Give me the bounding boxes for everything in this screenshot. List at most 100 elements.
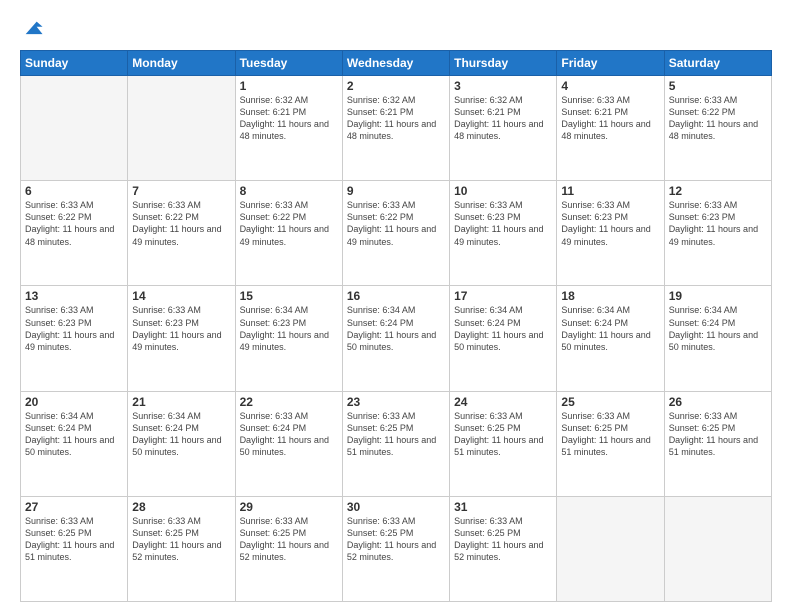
calendar-cell: 4Sunrise: 6:33 AMSunset: 6:21 PMDaylight… xyxy=(557,76,664,181)
header xyxy=(20,18,772,40)
day-number: 18 xyxy=(561,289,659,303)
calendar-cell: 28Sunrise: 6:33 AMSunset: 6:25 PMDayligh… xyxy=(128,496,235,601)
calendar-cell xyxy=(664,496,771,601)
day-info: Sunrise: 6:33 AMSunset: 6:23 PMDaylight:… xyxy=(454,199,552,248)
day-info: Sunrise: 6:33 AMSunset: 6:24 PMDaylight:… xyxy=(240,410,338,459)
day-info: Sunrise: 6:33 AMSunset: 6:25 PMDaylight:… xyxy=(561,410,659,459)
weekday-header-tuesday: Tuesday xyxy=(235,51,342,76)
day-info: Sunrise: 6:33 AMSunset: 6:23 PMDaylight:… xyxy=(132,304,230,353)
logo xyxy=(20,18,44,40)
week-row-5: 27 Sunrise: 6:33 AMSunset: 6:25 PMDayligh… xyxy=(21,496,772,601)
day-number: 28 xyxy=(132,500,230,514)
calendar-cell: 24Sunrise: 6:33 AMSunset: 6:25 PMDayligh… xyxy=(450,391,557,496)
day-number: 10 xyxy=(454,184,552,198)
day-info: Sunrise: 6:33 AMSunset: 6:22 PMDaylight:… xyxy=(347,199,445,248)
calendar-cell: 9Sunrise: 6:33 AMSunset: 6:22 PMDaylight… xyxy=(342,181,449,286)
calendar-cell: 29Sunrise: 6:33 AMSunset: 6:25 PMDayligh… xyxy=(235,496,342,601)
calendar-cell: 5Sunrise: 6:33 AMSunset: 6:22 PMDaylight… xyxy=(664,76,771,181)
day-number: 19 xyxy=(669,289,767,303)
calendar-cell: 31Sunrise: 6:33 AMSunset: 6:25 PMDayligh… xyxy=(450,496,557,601)
day-info: Sunrise: 6:33 AMSunset: 6:25 PMDaylight:… xyxy=(347,410,445,459)
calendar-cell: 20Sunrise: 6:34 AMSunset: 6:24 PMDayligh… xyxy=(21,391,128,496)
calendar-cell: 26Sunrise: 6:33 AMSunset: 6:25 PMDayligh… xyxy=(664,391,771,496)
calendar-cell: 27Sunrise: 6:33 AMSunset: 6:25 PMDayligh… xyxy=(21,496,128,601)
day-info: Sunrise: 6:33 AMSunset: 6:22 PMDaylight:… xyxy=(240,199,338,248)
day-info: Sunrise: 6:34 AMSunset: 6:24 PMDaylight:… xyxy=(454,304,552,353)
day-info: Sunrise: 6:33 AMSunset: 6:21 PMDaylight:… xyxy=(561,94,659,143)
day-info: Sunrise: 6:33 AMSunset: 6:25 PMDaylight:… xyxy=(132,515,230,564)
day-number: 13 xyxy=(25,289,123,303)
day-number: 23 xyxy=(347,395,445,409)
calendar-cell: 13Sunrise: 6:33 AMSunset: 6:23 PMDayligh… xyxy=(21,286,128,391)
calendar-cell xyxy=(128,76,235,181)
day-info: Sunrise: 6:33 AMSunset: 6:25 PMDaylight:… xyxy=(454,515,552,564)
day-number: 22 xyxy=(240,395,338,409)
weekday-header-sunday: Sunday xyxy=(21,51,128,76)
week-row-3: 13Sunrise: 6:33 AMSunset: 6:23 PMDayligh… xyxy=(21,286,772,391)
day-number: 8 xyxy=(240,184,338,198)
day-info: Sunrise: 6:34 AMSunset: 6:24 PMDaylight:… xyxy=(561,304,659,353)
day-number: 24 xyxy=(454,395,552,409)
day-info: Sunrise: 6:33 AMSunset: 6:25 PMDaylight:… xyxy=(240,515,338,564)
calendar-cell: 3Sunrise: 6:32 AMSunset: 6:21 PMDaylight… xyxy=(450,76,557,181)
calendar-cell: 12Sunrise: 6:33 AMSunset: 6:23 PMDayligh… xyxy=(664,181,771,286)
calendar-cell: 2Sunrise: 6:32 AMSunset: 6:21 PMDaylight… xyxy=(342,76,449,181)
day-info: Sunrise: 6:34 AMSunset: 6:24 PMDaylight:… xyxy=(669,304,767,353)
day-info: Sunrise: 6:33 AMSunset: 6:22 PMDaylight:… xyxy=(669,94,767,143)
day-number: 25 xyxy=(561,395,659,409)
calendar-cell: 22Sunrise: 6:33 AMSunset: 6:24 PMDayligh… xyxy=(235,391,342,496)
calendar-cell: 14Sunrise: 6:33 AMSunset: 6:23 PMDayligh… xyxy=(128,286,235,391)
day-number: 31 xyxy=(454,500,552,514)
calendar-cell: 17Sunrise: 6:34 AMSunset: 6:24 PMDayligh… xyxy=(450,286,557,391)
day-number: 11 xyxy=(561,184,659,198)
weekday-header-friday: Friday xyxy=(557,51,664,76)
weekday-header-thursday: Thursday xyxy=(450,51,557,76)
page: SundayMondayTuesdayWednesdayThursdayFrid… xyxy=(0,0,792,612)
day-number: 21 xyxy=(132,395,230,409)
day-number: 15 xyxy=(240,289,338,303)
calendar-cell: 15Sunrise: 6:34 AMSunset: 6:23 PMDayligh… xyxy=(235,286,342,391)
calendar-cell: 21Sunrise: 6:34 AMSunset: 6:24 PMDayligh… xyxy=(128,391,235,496)
day-info: Sunrise: 6:33 AMSunset: 6:23 PMDaylight:… xyxy=(561,199,659,248)
weekday-header-row: SundayMondayTuesdayWednesdayThursdayFrid… xyxy=(21,51,772,76)
day-number: 16 xyxy=(347,289,445,303)
calendar-cell: 16Sunrise: 6:34 AMSunset: 6:24 PMDayligh… xyxy=(342,286,449,391)
day-info: Sunrise: 6:33 AMSunset: 6:23 PMDaylight:… xyxy=(25,304,123,353)
day-number: 12 xyxy=(669,184,767,198)
calendar-cell xyxy=(21,76,128,181)
day-info: Sunrise: 6:34 AMSunset: 6:23 PMDaylight:… xyxy=(240,304,338,353)
logo-icon xyxy=(22,18,44,40)
week-row-2: 6Sunrise: 6:33 AMSunset: 6:22 PMDaylight… xyxy=(21,181,772,286)
day-number: 27 xyxy=(25,500,123,514)
calendar-cell xyxy=(557,496,664,601)
calendar-cell: 30Sunrise: 6:33 AMSunset: 6:25 PMDayligh… xyxy=(342,496,449,601)
week-row-4: 20Sunrise: 6:34 AMSunset: 6:24 PMDayligh… xyxy=(21,391,772,496)
day-number: 29 xyxy=(240,500,338,514)
day-number: 3 xyxy=(454,79,552,93)
calendar-cell: 18Sunrise: 6:34 AMSunset: 6:24 PMDayligh… xyxy=(557,286,664,391)
calendar-cell: 6Sunrise: 6:33 AMSunset: 6:22 PMDaylight… xyxy=(21,181,128,286)
day-number: 7 xyxy=(132,184,230,198)
calendar-cell: 1Sunrise: 6:32 AMSunset: 6:21 PMDaylight… xyxy=(235,76,342,181)
day-number: 20 xyxy=(25,395,123,409)
calendar-cell: 23Sunrise: 6:33 AMSunset: 6:25 PMDayligh… xyxy=(342,391,449,496)
weekday-header-saturday: Saturday xyxy=(664,51,771,76)
day-info: Sunrise: 6:33 AMSunset: 6:25 PMDaylight:… xyxy=(347,515,445,564)
weekday-header-monday: Monday xyxy=(128,51,235,76)
day-number: 26 xyxy=(669,395,767,409)
day-number: 1 xyxy=(240,79,338,93)
day-info: Sunrise: 6:33 AMSunset: 6:25 PMDaylight:… xyxy=(454,410,552,459)
day-number: 17 xyxy=(454,289,552,303)
day-info: Sunrise: 6:34 AMSunset: 6:24 PMDaylight:… xyxy=(25,410,123,459)
day-number: 2 xyxy=(347,79,445,93)
day-number: 14 xyxy=(132,289,230,303)
weekday-header-wednesday: Wednesday xyxy=(342,51,449,76)
week-row-1: 1Sunrise: 6:32 AMSunset: 6:21 PMDaylight… xyxy=(21,76,772,181)
calendar-cell: 7Sunrise: 6:33 AMSunset: 6:22 PMDaylight… xyxy=(128,181,235,286)
calendar-table: SundayMondayTuesdayWednesdayThursdayFrid… xyxy=(20,50,772,602)
day-info: Sunrise: 6:34 AMSunset: 6:24 PMDaylight:… xyxy=(347,304,445,353)
day-info: Sunrise: 6:33 AMSunset: 6:23 PMDaylight:… xyxy=(669,199,767,248)
day-number: 30 xyxy=(347,500,445,514)
calendar-cell: 10Sunrise: 6:33 AMSunset: 6:23 PMDayligh… xyxy=(450,181,557,286)
day-info: Sunrise: 6:32 AMSunset: 6:21 PMDaylight:… xyxy=(240,94,338,143)
